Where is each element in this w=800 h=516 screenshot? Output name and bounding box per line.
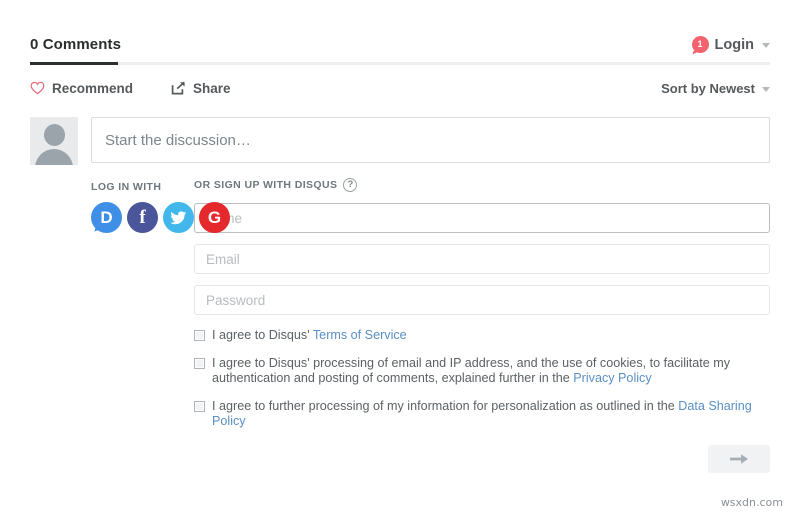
consent-privacy-policy: I agree to Disqus' processing of email a… <box>194 356 770 386</box>
consent-text: I agree to Disqus' processing of email a… <box>212 356 770 386</box>
name-field[interactable]: Name <box>194 203 770 233</box>
signup-label: OR SIGN UP WITH DISQUS <box>194 179 338 191</box>
login-with-label: LOG IN WITH <box>91 181 162 193</box>
submit-row <box>194 445 770 473</box>
sort-label: Sort by Newest <box>661 80 755 96</box>
consent-data-sharing-policy: I agree to further processing of my info… <box>194 399 770 429</box>
consent-terms-of-service: I agree to Disqus' Terms of Service <box>194 328 770 343</box>
twitter-bird-icon <box>170 210 187 224</box>
notification-badge: 1 <box>691 36 709 53</box>
login-label: Login <box>714 36 754 53</box>
google-login-icon[interactable]: G <box>199 202 230 233</box>
comment-count-tab[interactable]: 0 Comments <box>30 36 121 62</box>
consent-pre-text: I agree to Disqus' <box>212 328 313 342</box>
signup-column: OR SIGN UP WITH DISQUS ? Name Email Pass… <box>191 178 770 473</box>
avatar-body <box>35 149 73 165</box>
email-field-placeholder: Email <box>206 251 240 267</box>
twitter-login-icon[interactable] <box>163 202 194 233</box>
recommend-button[interactable]: Recommend <box>30 81 133 96</box>
disqus-glyph: D <box>100 207 113 227</box>
widget-header: 0 Comments 1 Login <box>30 0 770 62</box>
consent-text: I agree to further processing of my info… <box>212 399 770 429</box>
facebook-glyph: f <box>139 206 146 228</box>
arrow-right-icon <box>730 454 748 464</box>
consent-pre-text: I agree to Disqus' processing of email a… <box>212 356 731 385</box>
checkbox-terms-of-service[interactable] <box>194 330 205 341</box>
disqus-comment-widget: 0 Comments 1 Login Recommend Share Sort … <box>0 0 800 516</box>
disqus-login-icon[interactable]: D <box>91 202 122 233</box>
tab-underline-active <box>30 62 118 65</box>
composer-row: Start the discussion… <box>30 117 770 165</box>
comment-input-placeholder: Start the discussion… <box>105 131 251 149</box>
watermark: wsxdn.com <box>720 496 783 509</box>
avatar-head <box>43 124 65 146</box>
terms-of-service-link[interactable]: Terms of Service <box>313 328 407 342</box>
social-login-buttons: D f G <box>91 202 230 233</box>
recommend-label: Recommend <box>52 80 134 96</box>
action-buttons: Recommend Share <box>30 81 231 96</box>
password-field-placeholder: Password <box>206 292 266 308</box>
facebook-login-icon[interactable]: f <box>127 202 158 233</box>
checkbox-data-sharing-policy[interactable] <box>194 401 205 412</box>
checkbox-privacy-policy[interactable] <box>194 358 205 369</box>
help-icon[interactable]: ? <box>343 178 358 192</box>
action-row: Recommend Share Sort by Newest <box>30 65 770 111</box>
consent-text: I agree to Disqus' Terms of Service <box>212 328 407 343</box>
submit-button[interactable] <box>708 445 770 473</box>
consent-pre-text: I agree to further processing of my info… <box>212 399 679 413</box>
google-glyph: G <box>207 207 222 227</box>
heart-icon <box>30 81 45 95</box>
share-icon <box>171 81 186 95</box>
share-label: Share <box>193 80 231 96</box>
avatar <box>30 117 78 165</box>
auth-block: LOG IN WITH D f G OR SIGN UP WITH DISQUS… <box>30 178 770 473</box>
chevron-down-icon <box>762 43 770 48</box>
email-field[interactable]: Email <box>194 244 770 274</box>
privacy-policy-link[interactable]: Privacy Policy <box>573 371 651 385</box>
social-login-column: LOG IN WITH D f G <box>91 178 230 473</box>
share-button[interactable]: Share <box>171 81 231 96</box>
chevron-down-icon <box>762 86 770 92</box>
sort-dropdown[interactable]: Sort by Newest <box>661 81 770 96</box>
comment-input[interactable]: Start the discussion… <box>91 117 770 163</box>
tab-underline <box>30 62 770 65</box>
login-button[interactable]: 1 Login <box>691 36 770 62</box>
password-field[interactable]: Password <box>194 285 770 315</box>
signup-header: OR SIGN UP WITH DISQUS ? <box>194 178 770 192</box>
